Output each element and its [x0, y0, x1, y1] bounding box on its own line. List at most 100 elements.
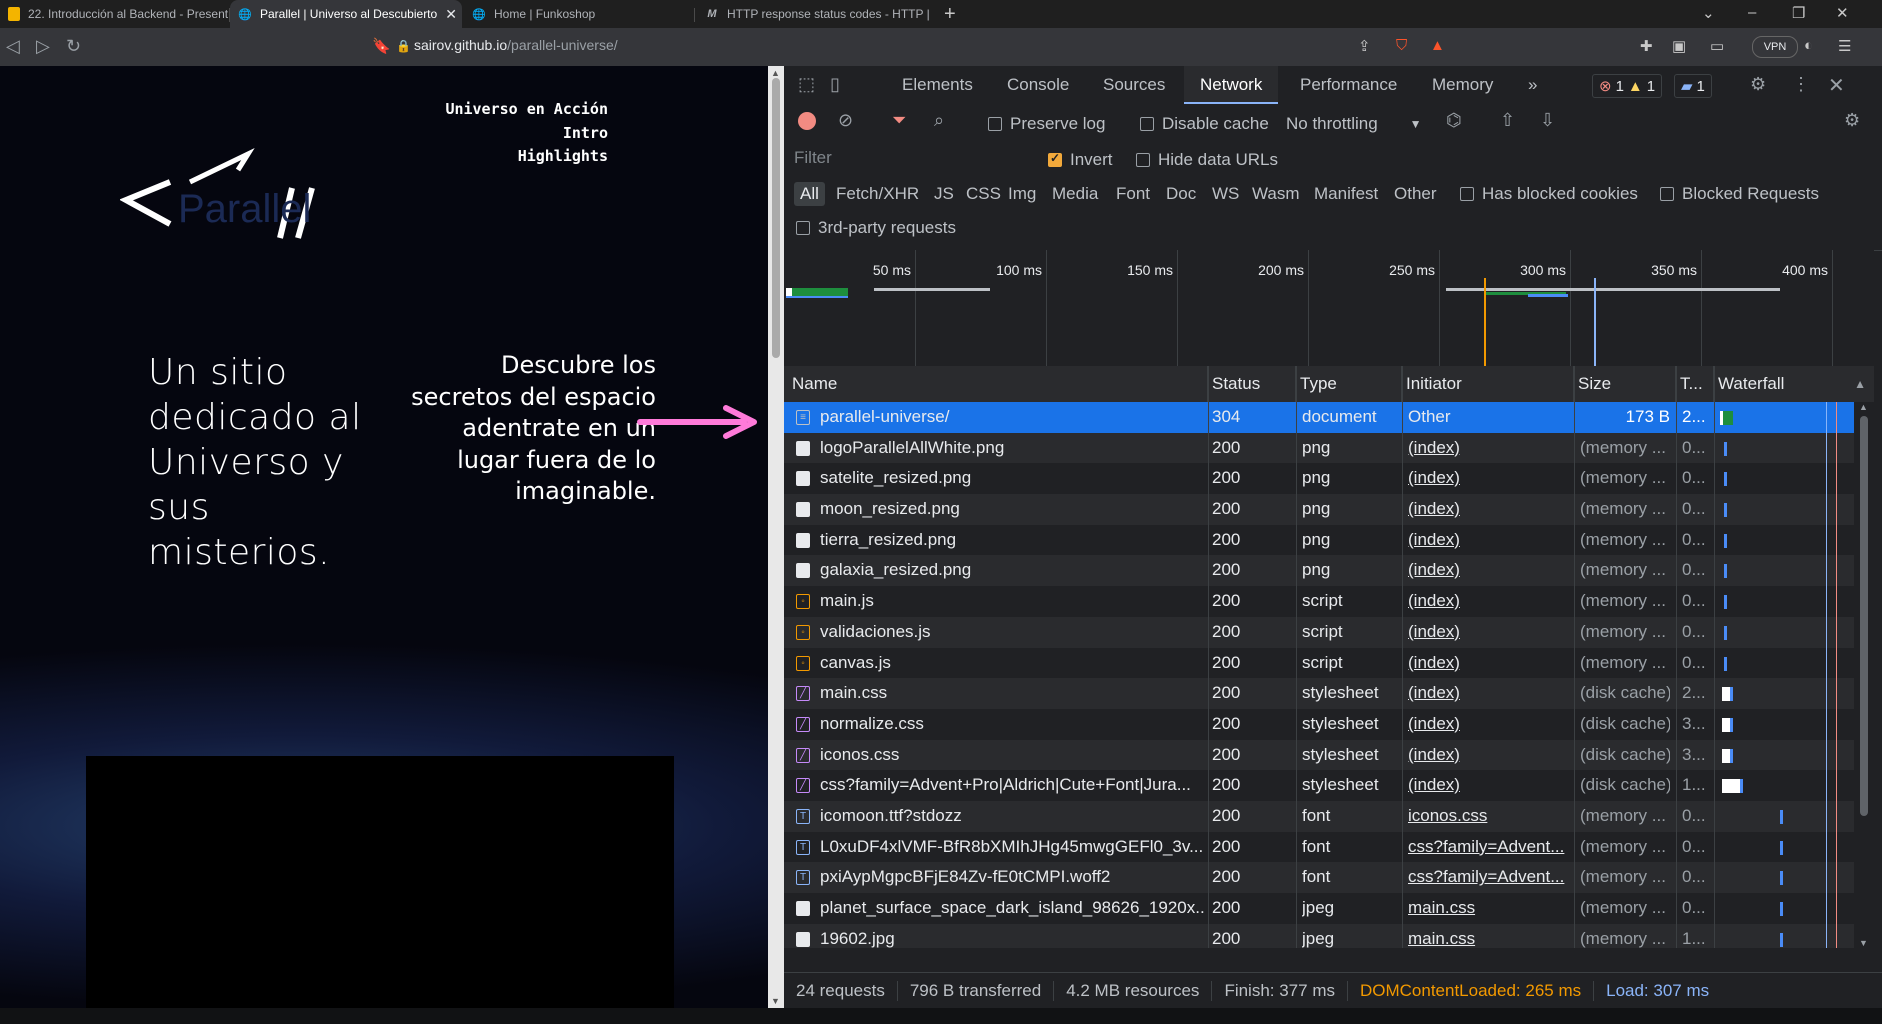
request-row[interactable]: satelite_resized.png 200 png (index) (memory…	[784, 463, 1854, 494]
type-js[interactable]: JS	[934, 184, 954, 204]
type-other[interactable]: Other	[1394, 184, 1437, 204]
request-row[interactable]: ◦ validaciones.js 200 script (index) (memory …	[784, 616, 1854, 648]
request-row[interactable]: ╱ normalize.css 200 stylesheet (index) (disk …	[784, 709, 1854, 740]
request-initiator[interactable]: (index)	[1408, 678, 1570, 709]
inspect-icon[interactable]: ⬚	[798, 74, 815, 95]
export-har-icon[interactable]: ⇩	[1540, 110, 1555, 131]
request-row[interactable]: Ticomoon.ttf?stdozz 200 font iconos.css (mem…	[784, 800, 1854, 832]
request-initiator[interactable]: (index)	[1408, 433, 1570, 464]
request-initiator[interactable]: css?family=Advent...	[1408, 832, 1570, 863]
filter-icon[interactable]: ⏷	[892, 110, 906, 131]
col-name[interactable]: Name	[784, 366, 1208, 402]
clear-icon[interactable]: ⊘	[838, 110, 853, 131]
network-overview[interactable]: 50 ms 100 ms 150 ms 200 ms 250 ms 300 ms…	[784, 250, 1874, 367]
request-initiator[interactable]: (index)	[1408, 648, 1570, 679]
throttling-select[interactable]: No throttling ▼	[1286, 114, 1422, 134]
request-row[interactable]: ≡ parallel-universe/304 document Other 173 B…	[784, 402, 1854, 433]
new-tab-button[interactable]: +	[944, 3, 956, 26]
request-row[interactable]: ◦ main.js 200 script (index) (memory ... 0...	[784, 586, 1854, 617]
search-icon[interactable]: ⌕	[934, 110, 944, 131]
close-window-button[interactable]: ✕	[1836, 4, 1849, 22]
nav-link-universo[interactable]: Universo en Acción	[445, 98, 608, 122]
messages-counter[interactable]: ▰ 1	[1674, 74, 1712, 98]
menu-icon[interactable]: ☰	[1838, 37, 1851, 55]
more-tabs-icon[interactable]: »	[1528, 66, 1537, 104]
hide-data-urls-checkbox[interactable]: Hide data URLs	[1136, 150, 1278, 170]
issues-counter[interactable]: ⊗ 1 ▲ 1	[1592, 74, 1663, 98]
request-row[interactable]: TpxiAypMgpcBFjE84Zv-fE0tCMPI.woff2 200 fon…	[784, 862, 1854, 893]
kebab-menu-icon[interactable]: ⋮	[1792, 74, 1810, 95]
extensions-icon[interactable]: ✚	[1640, 37, 1653, 55]
blocked-requests-checkbox[interactable]: Blocked Requests	[1660, 184, 1819, 204]
scrollbar-thumb[interactable]	[772, 78, 780, 358]
request-row[interactable]: ◦ canvas.js 200 script (index) (memory ... 0..…	[784, 648, 1854, 679]
type-wasm[interactable]: Wasm	[1252, 184, 1300, 204]
tab-network[interactable]: Network	[1184, 66, 1279, 104]
tab-performance[interactable]: Performance	[1300, 66, 1397, 104]
request-row[interactable]: T L0xuDF4xlVMF-BfR8bXMIhJHg45mwgGEFl0_3v.…	[784, 832, 1854, 863]
has-blocked-cookies-checkbox[interactable]: Has blocked cookies	[1460, 184, 1638, 204]
request-row[interactable]: ╱ css?family=Advent+Pro|Aldrich|Cute+Font…	[784, 770, 1854, 801]
scroll-down-icon[interactable]: ▼	[1859, 938, 1868, 948]
col-size[interactable]: Size	[1574, 366, 1676, 402]
brave-rewards-icon[interactable]: ▲	[1430, 37, 1445, 54]
request-initiator[interactable]: main.css	[1408, 924, 1570, 948]
wallet-icon[interactable]: ▭	[1710, 37, 1724, 55]
request-initiator[interactable]: (index)	[1408, 709, 1570, 740]
request-initiator[interactable]: css?family=Advent...	[1408, 862, 1570, 893]
scroll-down-icon[interactable]: ▼	[771, 996, 780, 1006]
request-row[interactable]: 19602.jpg 200 jpeg main.css (memory ... 1...	[784, 923, 1854, 948]
request-row[interactable]: ╱ main.css 200 stylesheet (index) (disk cache…	[784, 678, 1854, 709]
tab-search-icon[interactable]: ⌄	[1702, 4, 1715, 22]
request-row[interactable]: moon_resized.png 200 png (index) (memory ...…	[784, 494, 1854, 525]
col-type[interactable]: Type	[1296, 366, 1402, 402]
lock-icon[interactable]: 🔒	[396, 39, 411, 53]
type-all[interactable]: All	[794, 182, 825, 206]
request-initiator[interactable]: (index)	[1408, 740, 1570, 771]
request-row[interactable]: galaxia_resized.png 200 png (index) (memory …	[784, 555, 1854, 587]
nav-link-intro[interactable]: Intro	[445, 122, 608, 146]
request-initiator[interactable]: (index)	[1408, 770, 1570, 801]
scrollbar-thumb[interactable]	[1860, 416, 1868, 816]
preserve-log-checkbox[interactable]: Preserve log	[988, 114, 1105, 134]
network-conditions-icon[interactable]: ⌬	[1446, 110, 1462, 131]
request-list-scrollbar[interactable]: ▲ ▼	[1854, 402, 1874, 948]
network-settings-icon[interactable]: ⚙	[1844, 110, 1860, 131]
request-initiator[interactable]: main.css	[1408, 893, 1570, 924]
reload-icon[interactable]: ↻	[66, 36, 81, 57]
type-font[interactable]: Font	[1116, 184, 1150, 204]
tab-memory[interactable]: Memory	[1432, 66, 1493, 104]
tab-elements[interactable]: Elements	[902, 66, 973, 104]
browser-tab[interactable]: 🌐 Home | Funkoshop	[464, 0, 690, 28]
type-manifest[interactable]: Manifest	[1314, 184, 1378, 204]
bookmark-icon[interactable]: 🔖	[372, 37, 391, 55]
filter-input[interactable]: Filter	[788, 146, 1034, 170]
third-party-checkbox[interactable]: 3rd-party requests	[796, 218, 956, 238]
settings-icon[interactable]: ⚙	[1750, 74, 1766, 95]
close-devtools-icon[interactable]: ✕	[1828, 73, 1845, 98]
request-initiator[interactable]: (index)	[1408, 617, 1570, 648]
browser-tab[interactable]: M HTTP response status codes - HTTP | M	[697, 0, 933, 28]
col-initiator[interactable]: Initiator	[1402, 366, 1574, 402]
request-initiator[interactable]: iconos.css	[1408, 801, 1570, 832]
request-row[interactable]: logoParallelAllWhite.png 200 png (index) (me…	[784, 432, 1854, 464]
scroll-up-icon[interactable]: ▲	[1859, 402, 1868, 412]
request-row[interactable]: planet_surface_space_dark_island_98626_1…	[784, 893, 1854, 924]
forward-icon[interactable]: ▷	[36, 36, 50, 57]
nav-link-highlights[interactable]: Highlights	[445, 145, 608, 169]
invert-checkbox[interactable]: Invert	[1048, 150, 1113, 170]
type-media[interactable]: Media	[1052, 184, 1098, 204]
col-status[interactable]: Status	[1208, 366, 1296, 402]
share-icon[interactable]: ⇪	[1358, 37, 1371, 55]
type-doc[interactable]: Doc	[1166, 184, 1196, 204]
parallel-logo[interactable]: Parallel	[120, 142, 360, 242]
close-tab-icon[interactable]: ✕	[445, 6, 457, 23]
minimize-button[interactable]: –	[1748, 4, 1756, 21]
maximize-button[interactable]: ❐	[1792, 4, 1805, 22]
browser-tab-active[interactable]: 🌐 Parallel | Universo al Descubierto ✕	[230, 0, 462, 28]
request-initiator[interactable]: (index)	[1408, 586, 1570, 617]
type-img[interactable]: Img	[1008, 184, 1036, 204]
browser-tab[interactable]: 22. Introducción al Backend - Presenta	[0, 0, 228, 28]
import-har-icon[interactable]: ⇧	[1500, 110, 1515, 131]
brave-shield-icon[interactable]: ⛉	[1396, 37, 1407, 54]
